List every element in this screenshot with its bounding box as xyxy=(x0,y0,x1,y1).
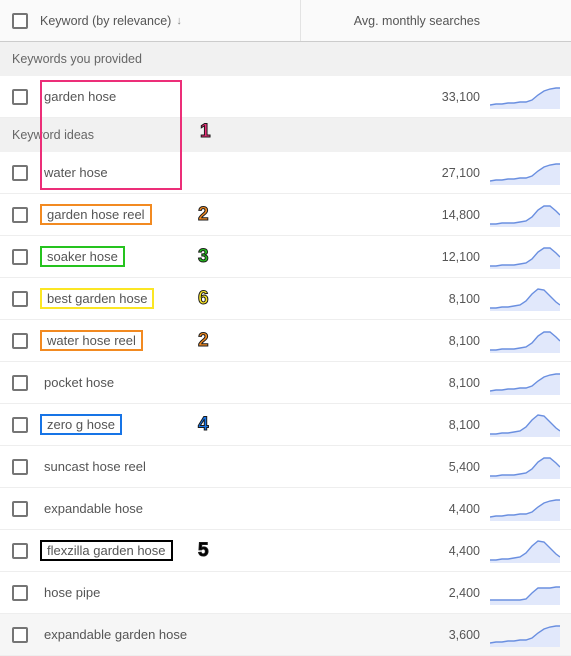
keyword-text: suncast hose reel xyxy=(40,457,150,476)
trend-sparkline-icon xyxy=(490,245,560,269)
table-row[interactable]: suncast hose reel 5,400 xyxy=(0,446,571,488)
row-checkbox[interactable] xyxy=(12,543,28,559)
keyword-text: expandable garden hose xyxy=(40,625,191,644)
table-row[interactable]: zero g hose 8,100 4 xyxy=(0,404,571,446)
sort-arrow-down-icon: ↓ xyxy=(176,15,182,27)
searches-value: 8,100 xyxy=(300,418,490,432)
row-checkbox[interactable] xyxy=(12,207,28,223)
row-checkbox[interactable] xyxy=(12,375,28,391)
table-row[interactable]: water hose reel 8,100 2 xyxy=(0,320,571,362)
trend-sparkline-icon xyxy=(490,287,560,311)
table-row[interactable]: garden hose reel 14,800 2 xyxy=(0,194,571,236)
trend-sparkline-icon xyxy=(490,203,560,227)
table-row[interactable]: hose pipe 2,400 xyxy=(0,572,571,614)
keyword-text: hose pipe xyxy=(40,583,104,602)
annotation-number: 1 xyxy=(200,121,211,143)
row-checkbox[interactable] xyxy=(12,585,28,601)
row-checkbox[interactable] xyxy=(12,89,28,105)
trend-sparkline-icon xyxy=(490,455,560,479)
select-all-checkbox[interactable] xyxy=(12,13,28,29)
annotation-number: 6 xyxy=(198,288,209,310)
table-row[interactable]: garden hose 33,100 xyxy=(0,76,571,118)
row-checkbox[interactable] xyxy=(12,417,28,433)
keyword-text: garden hose reel xyxy=(40,204,152,225)
searches-column-label: Avg. monthly searches xyxy=(354,14,480,28)
table-row[interactable]: best garden hose 8,100 6 xyxy=(0,278,571,320)
trend-sparkline-icon xyxy=(490,413,560,437)
keyword-column-label: Keyword (by relevance) xyxy=(40,14,171,28)
searches-value: 8,100 xyxy=(300,376,490,390)
searches-value: 33,100 xyxy=(300,90,490,104)
searches-value: 4,400 xyxy=(300,502,490,516)
trend-sparkline-icon xyxy=(490,161,560,185)
table-row[interactable]: flexzilla garden hose 4,400 5 xyxy=(0,530,571,572)
annotation-number: 2 xyxy=(198,330,209,352)
row-checkbox[interactable] xyxy=(12,459,28,475)
trend-sparkline-icon xyxy=(490,539,560,563)
searches-column-header[interactable]: Avg. monthly searches xyxy=(300,14,490,28)
keyword-column-header[interactable]: Keyword (by relevance) ↓ xyxy=(40,14,300,28)
table-header-row: Keyword (by relevance) ↓ Avg. monthly se… xyxy=(0,0,571,42)
table-row[interactable]: water hose 27,100 xyxy=(0,152,571,194)
trend-sparkline-icon xyxy=(490,581,560,605)
table-row[interactable]: expandable hose 4,400 xyxy=(0,488,571,530)
keyword-text: flexzilla garden hose xyxy=(40,540,173,561)
row-checkbox[interactable] xyxy=(12,627,28,643)
keyword-text: best garden hose xyxy=(40,288,154,309)
section-label: Keyword ideas xyxy=(12,128,94,142)
searches-value: 5,400 xyxy=(300,460,490,474)
searches-value: 2,400 xyxy=(300,586,490,600)
keyword-text: garden hose xyxy=(40,87,120,106)
row-checkbox[interactable] xyxy=(12,165,28,181)
trend-sparkline-icon xyxy=(490,329,560,353)
vertical-divider xyxy=(300,0,301,41)
annotation-number: 2 xyxy=(198,204,209,226)
keyword-text: soaker hose xyxy=(40,246,125,267)
keyword-text: zero g hose xyxy=(40,414,122,435)
searches-value: 3,600 xyxy=(300,628,490,642)
keyword-text: pocket hose xyxy=(40,373,118,392)
section-label: Keywords you provided xyxy=(12,52,142,66)
trend-sparkline-icon xyxy=(490,371,560,395)
searches-value: 27,100 xyxy=(300,166,490,180)
searches-value: 14,800 xyxy=(300,208,490,222)
section-header-ideas: Keyword ideas xyxy=(0,118,571,152)
keyword-text: water hose xyxy=(40,163,112,182)
searches-value: 4,400 xyxy=(300,544,490,558)
searches-value: 12,100 xyxy=(300,250,490,264)
annotation-number: 3 xyxy=(198,246,209,268)
section-header-provided: Keywords you provided xyxy=(0,42,571,76)
annotation-number: 4 xyxy=(198,414,209,436)
keyword-text: water hose reel xyxy=(40,330,143,351)
trend-sparkline-icon xyxy=(490,623,560,647)
row-checkbox[interactable] xyxy=(12,501,28,517)
searches-value: 8,100 xyxy=(300,292,490,306)
annotation-number: 5 xyxy=(198,540,209,562)
table-row[interactable]: pocket hose 8,100 xyxy=(0,362,571,404)
table-row[interactable]: soaker hose 12,100 3 xyxy=(0,236,571,278)
row-checkbox[interactable] xyxy=(12,333,28,349)
trend-sparkline-icon xyxy=(490,497,560,521)
row-checkbox[interactable] xyxy=(12,291,28,307)
row-checkbox[interactable] xyxy=(12,249,28,265)
table-row[interactable]: expandable garden hose 3,600 xyxy=(0,614,571,656)
searches-value: 8,100 xyxy=(300,334,490,348)
keyword-text: expandable hose xyxy=(40,499,147,518)
trend-sparkline-icon xyxy=(490,85,560,109)
